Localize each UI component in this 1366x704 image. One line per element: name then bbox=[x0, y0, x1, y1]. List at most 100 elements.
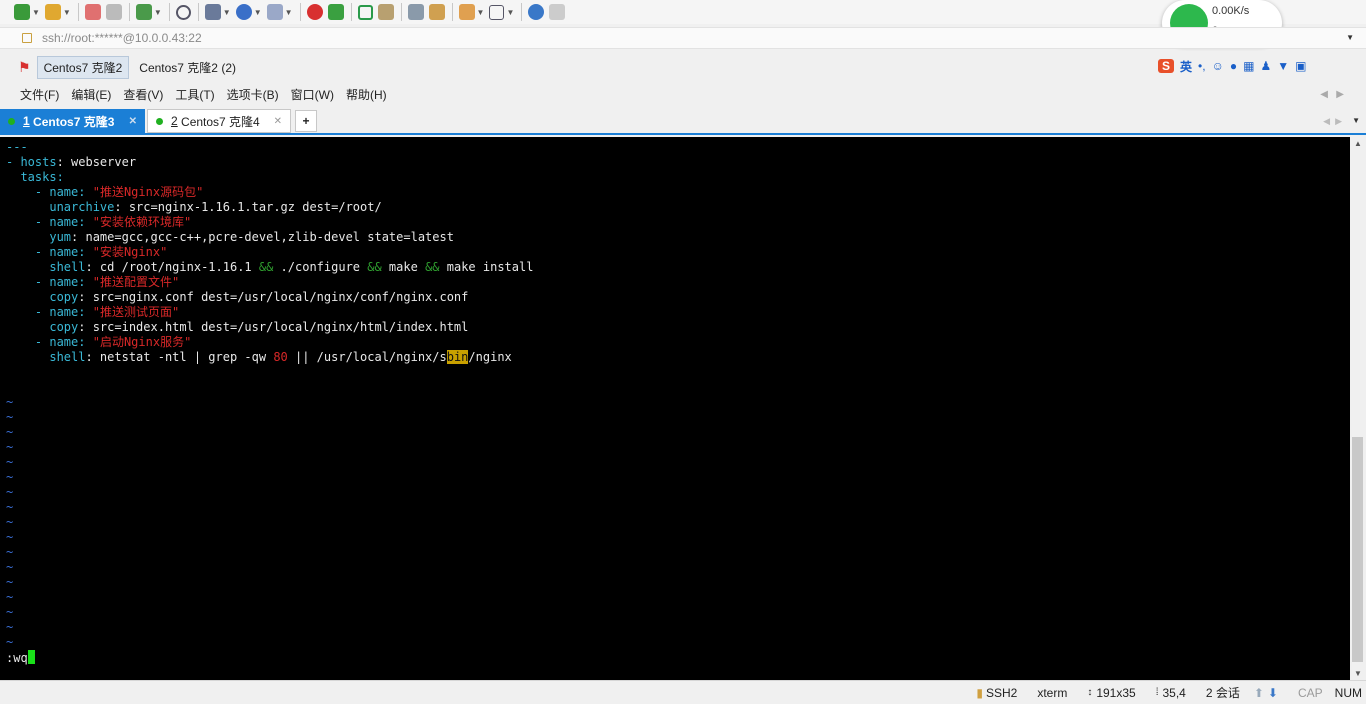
open-folder-button[interactable]: ▼ bbox=[44, 2, 71, 22]
toolbar-separator bbox=[128, 3, 130, 21]
menu-tabs[interactable]: 选项卡(B) bbox=[227, 86, 279, 103]
xshell-green-button[interactable] bbox=[327, 2, 344, 22]
xftp-button[interactable] bbox=[306, 2, 323, 22]
command-line[interactable]: :wq bbox=[6, 650, 35, 666]
microphone-icon[interactable]: ● bbox=[1230, 59, 1237, 73]
session-link[interactable]: Centos7 克隆2 bbox=[36, 55, 130, 79]
globe-button[interactable]: ▼ bbox=[235, 2, 262, 22]
status-protocol: ▮ SSH2 bbox=[976, 685, 1018, 700]
terminal-line: copy: src=index.html dest=/usr/local/ngi… bbox=[6, 320, 469, 334]
menu-edit[interactable]: 编辑(E) bbox=[71, 86, 111, 103]
empty-line-marker: ~ bbox=[6, 560, 14, 574]
keyboard-icon[interactable]: ▦ bbox=[1243, 59, 1254, 73]
emoji-icon[interactable]: ☺ bbox=[1212, 59, 1224, 73]
scroll-thumb[interactable] bbox=[1352, 437, 1363, 662]
tab-list-icon[interactable]: ▼ bbox=[1352, 116, 1360, 125]
new-session-icon bbox=[14, 4, 30, 20]
empty-line-marker: ~ bbox=[6, 635, 14, 649]
toolbar-separator bbox=[451, 3, 453, 21]
pencil-icon bbox=[428, 4, 445, 20]
toolbar-separator bbox=[400, 3, 402, 21]
terminal-line: - name: "推送测试页面" bbox=[6, 305, 180, 319]
font-icon bbox=[266, 4, 283, 20]
keyboard-button[interactable] bbox=[407, 2, 424, 22]
compose-button[interactable] bbox=[428, 2, 445, 22]
disconnect-button[interactable] bbox=[84, 2, 101, 22]
grid-icon[interactable]: ▣ bbox=[1295, 59, 1306, 73]
terminal-line: --- bbox=[6, 140, 28, 154]
ime-lang[interactable]: 英 bbox=[1180, 58, 1192, 75]
search-icon bbox=[175, 4, 191, 20]
close-icon[interactable]: ✕ bbox=[274, 116, 282, 127]
ime-punct[interactable]: •, bbox=[1198, 59, 1206, 73]
scroll-down-icon[interactable]: ▼ bbox=[1354, 669, 1362, 678]
lock-icon: ▮ bbox=[976, 685, 983, 700]
tab-bar: 1 Centos7 克隆3 ✕ 2 Centos7 克隆4 ✕ + ◀ ▶ ▼ bbox=[0, 109, 1366, 135]
empty-line-marker: ~ bbox=[6, 485, 14, 499]
font-button[interactable]: ▼ bbox=[266, 2, 293, 22]
tab-centos7-clone3[interactable]: 1 Centos7 克隆3 ✕ bbox=[0, 109, 145, 133]
address-bar[interactable]: ssh://root:******@10.0.0.43:22 ▼ bbox=[0, 27, 1366, 49]
empty-line-marker: ~ bbox=[6, 470, 14, 484]
empty-line-marker: ~ bbox=[6, 440, 14, 454]
menu-help[interactable]: 帮助(H) bbox=[346, 86, 387, 103]
new-tab-button[interactable]: ▼ bbox=[135, 2, 162, 22]
arrow-down-icon[interactable]: ⬇ bbox=[1268, 686, 1278, 700]
user-icon[interactable]: ♟ bbox=[1260, 59, 1271, 73]
help-button[interactable] bbox=[528, 2, 545, 22]
menu-view[interactable]: 查看(V) bbox=[123, 86, 163, 103]
session-link[interactable]: Centos7 克隆2 (2) bbox=[133, 57, 242, 78]
globe-icon bbox=[235, 4, 252, 20]
shirt-icon[interactable]: ▼ bbox=[1277, 59, 1289, 73]
new-session-button[interactable]: ▼ bbox=[14, 2, 40, 22]
tab-number: 1 bbox=[23, 114, 30, 128]
chevron-down-icon[interactable]: ▼ bbox=[1346, 33, 1354, 42]
layout-button[interactable]: ▼ bbox=[489, 2, 514, 22]
terminal-line: copy: src=nginx.conf dest=/usr/local/ngi… bbox=[6, 290, 469, 304]
empty-line-marker: ~ bbox=[6, 620, 14, 634]
scroll-up-icon[interactable]: ▲ bbox=[1354, 139, 1362, 148]
menu-window[interactable]: 窗口(W) bbox=[291, 86, 334, 103]
status-size: ↕ 191x35 bbox=[1087, 685, 1136, 700]
sftp-button[interactable]: ▼ bbox=[204, 2, 231, 22]
tab-scroll-left-icon[interactable]: ◀ bbox=[1323, 116, 1330, 127]
connected-status-icon bbox=[8, 117, 15, 125]
terminal-line: - name: "推送配置文件" bbox=[6, 275, 180, 289]
terminal-line: unarchive: src=nginx-1.16.1.tar.gz dest=… bbox=[6, 200, 382, 214]
add-tab-button[interactable]: + bbox=[295, 110, 317, 132]
tab-scroll-right-icon[interactable]: ▶ bbox=[1335, 116, 1342, 127]
menu-scroll-left-icon[interactable]: ◀ bbox=[1320, 89, 1328, 100]
empty-line-marker: ~ bbox=[6, 605, 14, 619]
menu-file[interactable]: 文件(F) bbox=[20, 86, 59, 103]
keyboard-icon bbox=[407, 4, 424, 20]
resize-icon: ↕ bbox=[1087, 687, 1093, 698]
menu-tools[interactable]: 工具(T) bbox=[175, 86, 214, 103]
empty-line-marker: ~ bbox=[6, 500, 14, 514]
status-terminal-type: xterm bbox=[1037, 685, 1068, 700]
session-bookmark-icon: ⚑ bbox=[18, 58, 31, 75]
close-icon[interactable]: ✕ bbox=[129, 116, 137, 127]
connected-status-icon bbox=[156, 117, 163, 125]
fullscreen-button[interactable] bbox=[357, 2, 373, 22]
reconnect-button[interactable] bbox=[105, 2, 122, 22]
toolbar-separator bbox=[168, 3, 170, 21]
lock-button[interactable] bbox=[377, 2, 394, 22]
arrow-up-icon[interactable]: ⬆ bbox=[1254, 686, 1264, 700]
status-sessions: 2 会话 bbox=[1205, 686, 1240, 700]
toolbar-separator bbox=[299, 3, 301, 21]
empty-line-marker: ~ bbox=[6, 545, 14, 559]
sogou-icon[interactable]: S bbox=[1158, 59, 1175, 73]
terminal[interactable]: --- - hosts: webserver tasks: - name: "推… bbox=[0, 137, 1350, 680]
menu-scroll-right-icon[interactable]: ▶ bbox=[1336, 89, 1344, 100]
fullscreen-icon bbox=[357, 4, 373, 20]
find-button[interactable] bbox=[175, 2, 191, 22]
terminal-line: - name: "启动Nginx服务" bbox=[6, 335, 192, 349]
vertical-scrollbar[interactable]: ▲ ▼ bbox=[1350, 137, 1366, 680]
reconnect-icon bbox=[105, 4, 122, 20]
tab-centos7-clone4[interactable]: 2 Centos7 克隆4 ✕ bbox=[147, 109, 291, 133]
add-button[interactable]: ▼ bbox=[458, 2, 484, 22]
status-num: NUM bbox=[1334, 685, 1362, 700]
lock-icon bbox=[377, 4, 394, 20]
empty-line-marker: ~ bbox=[6, 410, 14, 424]
chat-button[interactable] bbox=[549, 2, 566, 22]
